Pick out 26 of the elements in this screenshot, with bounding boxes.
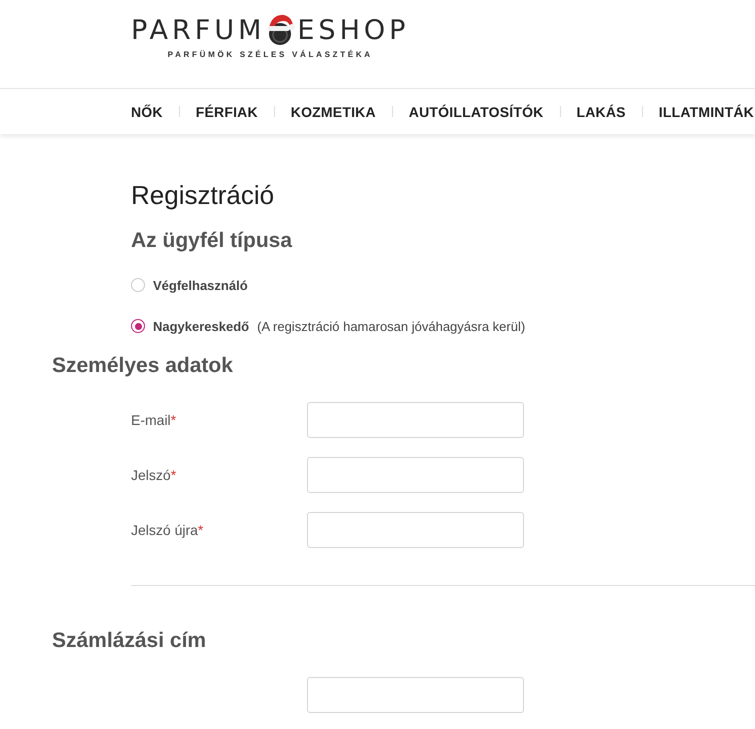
page-title: Regisztráció	[131, 180, 276, 210]
field-label: Jelszó*	[131, 467, 178, 483]
nav-link[interactable]: AUTÓILLATOSÍTÓK	[408, 104, 544, 120]
logo-tagline: PARFÜMÖK SZÉLES VÁLASZTÉKA	[168, 50, 373, 59]
logo[interactable]: PARFUM ESHOP PARFÜMÖK SZÉLES VÁLASZTÉKA	[131, 0, 410, 59]
nav-link[interactable]: NŐK	[131, 104, 163, 120]
input-field[interactable]	[307, 677, 524, 713]
nav-link[interactable]: KOZMETIKA	[290, 104, 376, 120]
logo-wordmark: ESHOP	[297, 16, 410, 46]
section-heading: Számlázási cím	[52, 628, 208, 654]
section-heading: Az ügyfél típusa	[131, 228, 294, 254]
nav-link[interactable]: ILLATMINTÁK	[658, 104, 754, 120]
nav-link[interactable]: LAKÁS	[576, 104, 626, 120]
input-field[interactable]	[307, 457, 524, 493]
radio-label[interactable]: Nagykereskedő	[153, 318, 250, 334]
radio-label[interactable]: Végfelhasználó	[153, 278, 248, 292]
input-field[interactable]	[307, 402, 524, 438]
radio-note: (A regisztráció hamarosan jóváhagyásra kerül)	[257, 318, 526, 334]
nav-link[interactable]: FÉRFIAK	[196, 104, 258, 120]
santa-hat-bottle-icon	[266, 12, 296, 46]
section-heading: Személyes adatok	[52, 353, 234, 379]
logo-wordmark: PARFUM	[131, 16, 266, 46]
radio-button[interactable]	[131, 319, 145, 333]
field-label: E-mail*	[131, 412, 178, 428]
input-field[interactable]	[307, 512, 524, 548]
field-label: Jelszó újra*	[131, 522, 204, 538]
